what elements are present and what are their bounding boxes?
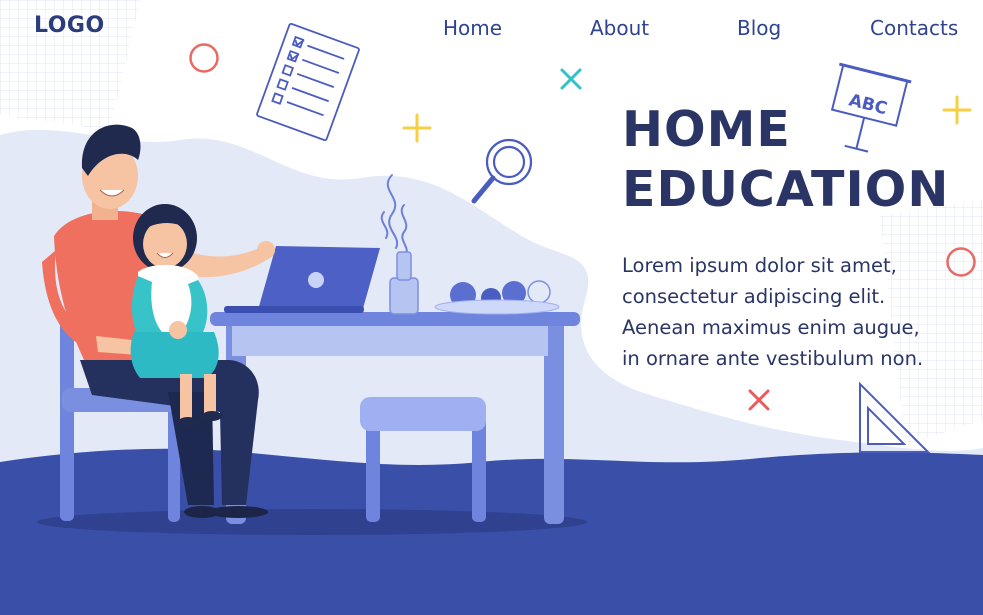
nav-link-about[interactable]: About <box>590 16 649 40</box>
hero-description-line: in ornare ante vestibulum non. <box>622 347 924 370</box>
circle-decoration-icon <box>189 43 219 73</box>
nav-link-home[interactable]: Home <box>443 16 502 40</box>
hero-title-line: EDUCATION <box>622 161 950 218</box>
hero-description: Lorem ipsum dolor sit amet, consectetur … <box>622 250 982 374</box>
cross-decoration-icon <box>748 389 770 411</box>
magnifier-icon <box>471 138 533 204</box>
hero-title-line: HOME <box>622 101 791 158</box>
hero-description-line: Lorem ipsum dolor sit amet, <box>622 254 897 277</box>
hero-description-line: consectetur adipiscing elit. <box>622 285 886 308</box>
floor-shadow <box>37 509 587 535</box>
top-navigation: Home About Blog Contacts <box>0 16 983 46</box>
cross-decoration-icon <box>560 68 582 90</box>
hero-description-line: Aenean maximus enim augue, <box>622 316 920 339</box>
nav-link-contacts[interactable]: Contacts <box>870 16 958 40</box>
hero-title: HOME EDUCATION <box>622 100 949 220</box>
nav-link-blog[interactable]: Blog <box>737 16 781 40</box>
